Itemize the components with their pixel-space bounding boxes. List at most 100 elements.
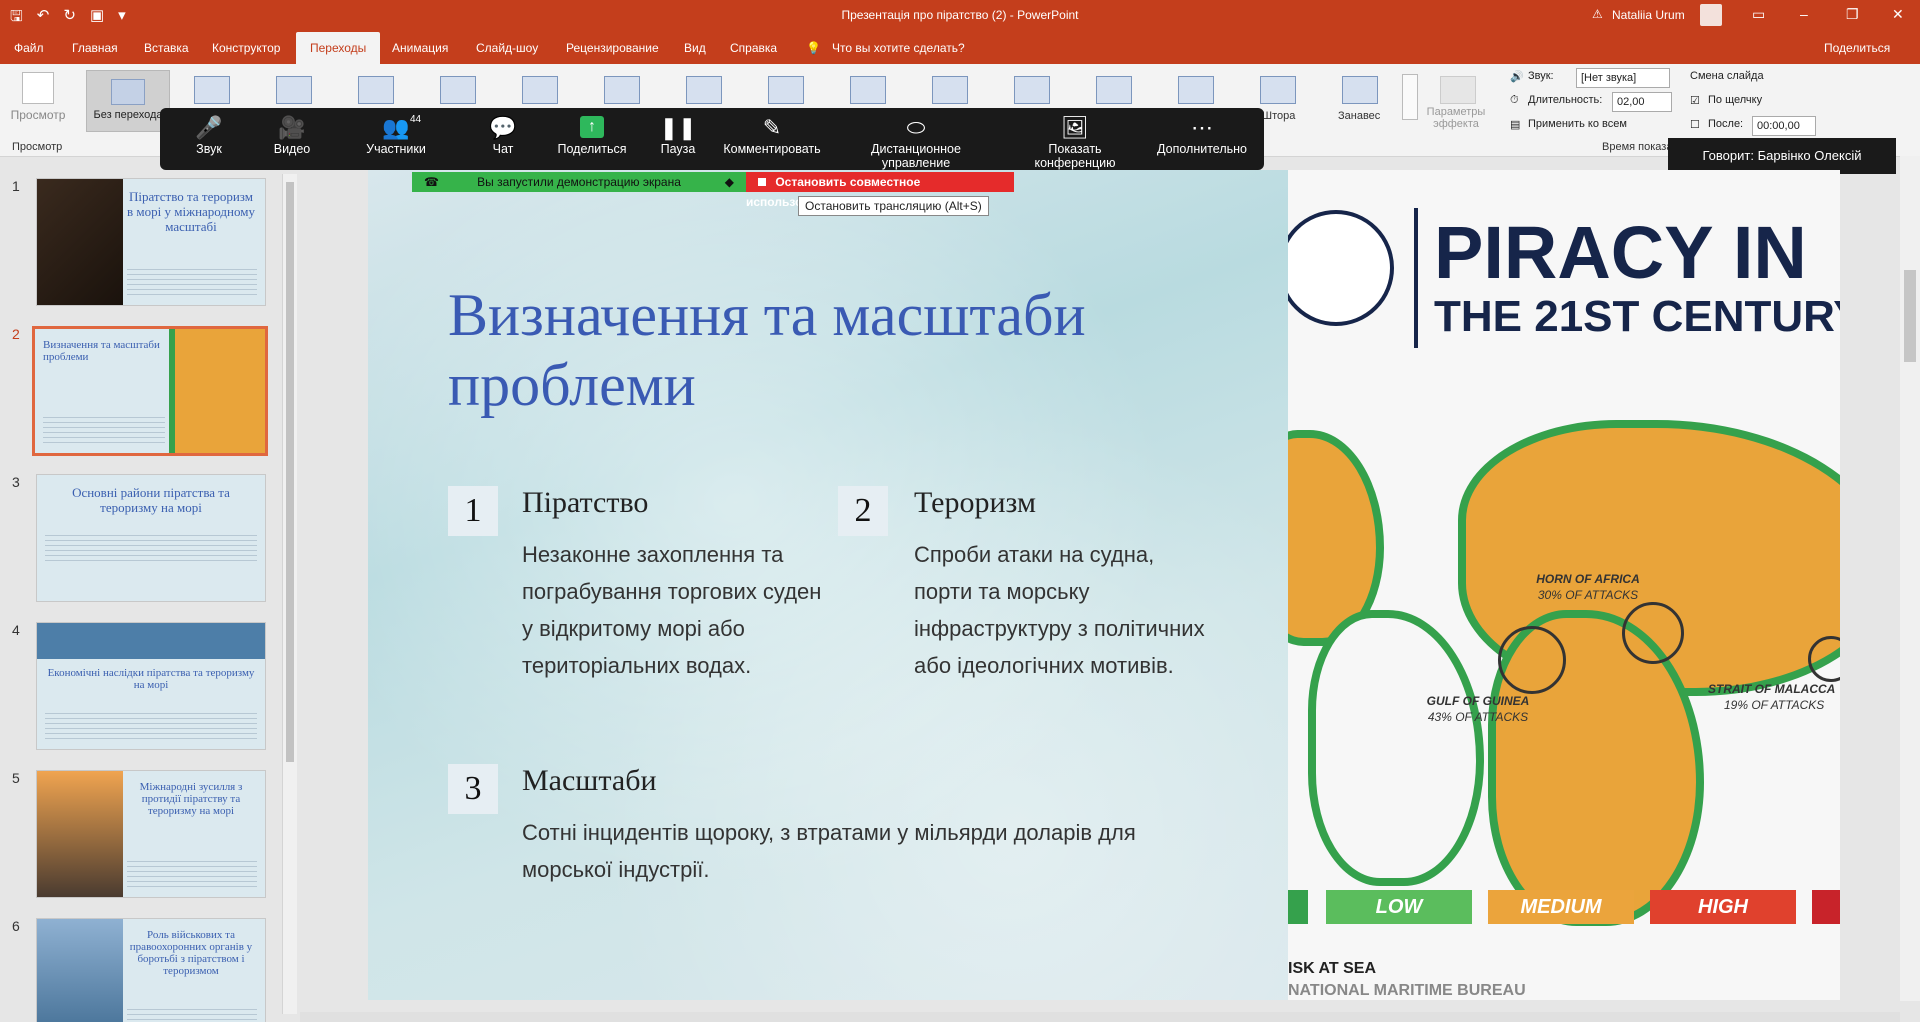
stop-share-tooltip: Остановить трансляцию (Alt+S) <box>798 196 989 216</box>
piracy-map-image[interactable]: PIRACY IN THE 21ST CENTURY HORN OF AFRIC… <box>1288 170 1840 1000</box>
transition-random-bars-icon[interactable] <box>768 76 804 104</box>
share-screen-icon: ↑ <box>580 116 604 138</box>
slide-thumbnail[interactable]: Міжнародні зусилля з протидії піратству … <box>36 770 266 898</box>
slide-thumbnail-selected[interactable]: Визначення та масштаби проблеми <box>32 326 268 456</box>
title-bar: 🖫 ↶ ↻ ▣ ▾ Презентація про піратство (2) … <box>0 0 1920 32</box>
tab-review[interactable]: Рецензирование <box>566 41 659 55</box>
item-text[interactable]: Незаконне захоплення та пограбування тор… <box>522 536 822 684</box>
tab-slideshow[interactable]: Слайд-шоу <box>476 41 538 55</box>
scrollbar-thumb[interactable] <box>1904 270 1916 362</box>
thumbnail-row[interactable]: 3 Основні райони піратства та тероризму … <box>0 470 290 602</box>
thumbnail-row[interactable]: 2 Визначення та масштаби проблеми <box>0 322 290 456</box>
thumbnail-row[interactable]: 6 Роль військових та правоохоронних орга… <box>0 914 290 1022</box>
avatar[interactable] <box>1700 4 1722 26</box>
ribbon-tabs: Файл Главная Вставка Конструктор Переход… <box>0 32 1920 64</box>
slide-number: 1 <box>12 178 20 194</box>
user-name[interactable]: Nataliia Urum <box>1612 8 1685 22</box>
tab-file[interactable]: Файл <box>14 41 44 55</box>
zoom-more-button[interactable]: ⋯ Дополнительно <box>1152 114 1252 156</box>
phone-icon: ☎ <box>424 175 439 189</box>
zoom-show-meeting-button[interactable]: 🖼 Показать конференцию <box>1010 114 1140 170</box>
slide-thumbnail[interactable]: Піратство та тероризм в морі у міжнародн… <box>36 178 266 306</box>
transition-shtora-icon[interactable] <box>1260 76 1296 104</box>
after-input[interactable]: 00:00,00 <box>1752 116 1816 136</box>
transition-peel-icon[interactable] <box>1178 76 1214 104</box>
item-title[interactable]: Тероризм <box>914 486 1036 520</box>
transition-wipe-icon[interactable] <box>440 76 476 104</box>
duration-icon: ⏱ <box>1510 94 1519 106</box>
transition-morph-icon[interactable] <box>194 76 230 104</box>
item-title[interactable]: Піратство <box>522 486 648 520</box>
slide-number: 6 <box>12 918 20 934</box>
tab-view[interactable]: Вид <box>684 41 706 55</box>
tab-transitions[interactable]: Переходы <box>296 32 381 64</box>
zoom-video-button[interactable]: 🎥 Видео <box>262 114 322 156</box>
after-checkbox[interactable]: ☐ <box>1690 118 1700 131</box>
sound-select[interactable]: [Нет звука] <box>1576 68 1670 88</box>
slide-thumbnail[interactable]: Основні райони піратства та тероризму на… <box>36 474 266 602</box>
effect-options-label[interactable]: Параметры эффекта <box>1424 106 1488 130</box>
slide-vertical-scrollbar[interactable] <box>1900 156 1920 1001</box>
ribbon-display-icon[interactable]: ▭ <box>1752 6 1765 23</box>
minimize-icon[interactable]: – <box>1800 6 1808 22</box>
transition-shape-icon[interactable] <box>850 76 886 104</box>
scrollbar-thumb[interactable] <box>286 182 294 762</box>
slide-canvas[interactable]: Визначення та масштаби проблеми 1 Піратс… <box>368 170 1840 1000</box>
thumbnails-scrollbar[interactable] <box>282 174 297 1014</box>
zoom-pause-button[interactable]: ❚❚ Пауза <box>654 114 702 156</box>
transition-none-button[interactable]: Без перехода <box>86 70 170 132</box>
slide-thumbnail[interactable]: Роль військових та правоохоронних органі… <box>36 918 266 1022</box>
shield-icon: ◆ <box>724 175 734 189</box>
transition-split-icon[interactable] <box>522 76 558 104</box>
screen-share-status: ☎ Вы запустили демонстрацию экрана ◆ <box>412 172 746 192</box>
tab-insert[interactable]: Вставка <box>144 41 189 55</box>
horn-label: HORN OF AFRICA <box>1536 572 1640 586</box>
zoom-participants-button[interactable]: 👥 Участники <box>356 114 436 156</box>
transition-cut-icon[interactable] <box>686 76 722 104</box>
pause-icon: ❚❚ <box>659 115 697 140</box>
share-button[interactable]: Поделиться <box>1824 41 1890 55</box>
zoom-chat-button[interactable]: 💬 Чат <box>478 114 528 156</box>
transition-push-icon[interactable] <box>358 76 394 104</box>
item-title[interactable]: Масштаби <box>522 764 657 798</box>
compass-logo-icon <box>1288 210 1394 326</box>
tell-me-search[interactable]: Что вы хотите сделать? <box>832 41 965 55</box>
item-number: 1 <box>448 486 498 536</box>
gallery-more-icon[interactable] <box>1402 74 1418 120</box>
maximize-icon[interactable]: ❐ <box>1846 6 1859 23</box>
apply-all-button[interactable]: Применить ко всем <box>1528 118 1627 130</box>
tab-animations[interactable]: Анимация <box>392 41 448 55</box>
thumbnail-row[interactable]: 5 Міжнародні зусилля з протидії піратств… <box>0 766 290 898</box>
tab-help[interactable]: Справка <box>730 41 777 55</box>
item-text[interactable]: Спроби атаки на судна, порти та морську … <box>914 536 1214 684</box>
status-bar <box>300 1012 1900 1022</box>
thumbnail-row[interactable]: 1 Піратство та тероризм в морі у міжнаро… <box>0 174 290 306</box>
transition-reveal-icon[interactable] <box>604 76 640 104</box>
stop-share-button[interactable]: Остановить совместное использование <box>746 172 1014 209</box>
transition-shtora-label: Штора <box>1262 110 1296 122</box>
on-click-checkbox[interactable]: ☑ <box>1690 94 1700 107</box>
zoom-share-button[interactable]: ↑ Поделиться <box>552 114 632 156</box>
transition-cover-icon[interactable] <box>1014 76 1050 104</box>
tab-home[interactable]: Главная <box>72 41 118 55</box>
tab-design[interactable]: Конструктор <box>212 41 280 55</box>
thumbnail-row[interactable]: 4 Економічні наслідки піратства та терор… <box>0 618 290 750</box>
zoom-annotate-button[interactable]: ✎ Комментировать <box>722 114 822 156</box>
transition-uncover-icon[interactable] <box>932 76 968 104</box>
zoom-remote-control-button[interactable]: ⬭ Дистанционное управление <box>836 114 996 170</box>
preview-button[interactable]: Просмотр <box>8 72 68 122</box>
transition-curtain-icon[interactable] <box>1342 76 1378 104</box>
transition-flash-icon[interactable] <box>1096 76 1132 104</box>
header-divider <box>1414 208 1418 348</box>
close-icon[interactable]: ✕ <box>1892 6 1904 23</box>
slide-thumbnail[interactable]: Економічні наслідки піратства та терориз… <box>36 622 266 750</box>
item-text[interactable]: Сотні інцидентів щороку, з втратами у мі… <box>522 814 1202 888</box>
duration-input[interactable]: 02,00 <box>1612 92 1672 112</box>
zoom-audio-button[interactable]: 🎤 Звук <box>184 114 234 156</box>
chat-icon: 💬 <box>489 115 517 140</box>
effect-options-icon[interactable] <box>1440 76 1476 104</box>
thumbnail-text-lines <box>45 531 257 561</box>
slide-title[interactable]: Визначення та масштаби проблеми <box>448 280 1248 420</box>
transition-fade-icon[interactable] <box>276 76 312 104</box>
legend-extra-green <box>1288 890 1308 924</box>
